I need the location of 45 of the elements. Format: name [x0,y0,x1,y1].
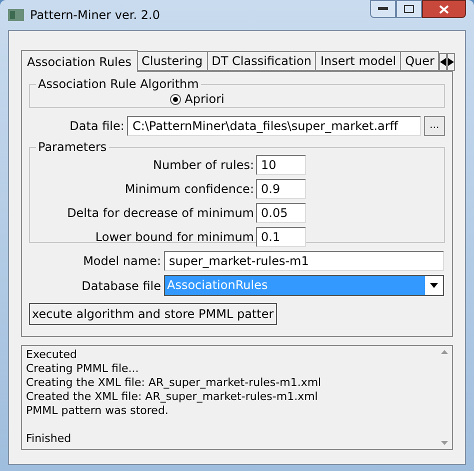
tab[interactable]: DT Classification [208,51,316,71]
group-title: Association Rule Algorithm [37,78,200,90]
tab[interactable]: Quer [401,51,440,71]
scroll-down-icon [440,441,448,445]
tab[interactable]: Clustering [138,51,208,71]
parameter-field[interactable]: 0.1 [256,227,306,247]
field-label: Lower bound for minimum [94,229,254,246]
data-file-field[interactable]: C:\PatternMiner\data_files\super_market.arff [127,116,421,136]
log-line: Creating the XML file: AR_super_market-rules-m1.xml [26,376,322,390]
model-name-field[interactable]: super_market-rules-m1 [164,251,444,271]
left-arrow-icon [440,58,446,66]
close-icon [439,4,449,14]
dropdown-value: AssociationRules [165,276,425,295]
field-label: Data file: [68,118,124,135]
execute-button[interactable]: xecute algorithm and store PMML patter [29,303,277,325]
field-label: Database file [80,278,161,294]
right-arrow-icon [448,58,454,66]
field-label: Delta for decrease of minimum [66,205,254,222]
minimize-icon [378,7,388,11]
app-icon [8,9,24,21]
log-line: PMML pattern was stored. [26,404,170,418]
tab[interactable]: Association Rules [21,50,138,72]
group-title: Parameters [37,141,108,153]
log-line: Finished [26,432,72,446]
radio-button[interactable] [170,94,181,104]
parameter-field[interactable]: 10 [256,155,306,175]
log-line: Creating PMML file... [26,362,140,376]
browse-button[interactable]: ... [424,116,445,136]
field-label: Minimum confidence: [124,181,254,198]
close-button[interactable] [422,0,466,18]
minimize-button[interactable] [370,0,396,18]
maximize-icon [404,5,414,13]
log-line: Created the XML file: AR_super_market-rules-m1.xml [26,390,319,404]
radio-label: Apriori [184,91,224,108]
maximize-button[interactable] [396,0,422,18]
tab-scroll-right-button[interactable] [447,53,456,71]
tab[interactable]: Insert model [316,51,402,71]
parameter-field[interactable]: 0.9 [256,179,306,199]
field-label: Number of rules: [152,157,254,174]
scroll-up-icon [440,350,448,354]
window-title: Pattern-Miner ver. 2.0 [30,7,160,24]
log-line: Executed [26,348,78,362]
field-label: Model name: [82,253,161,270]
tab-scroll-left-button[interactable] [439,53,448,71]
parameter-field[interactable]: 0.05 [256,203,306,223]
